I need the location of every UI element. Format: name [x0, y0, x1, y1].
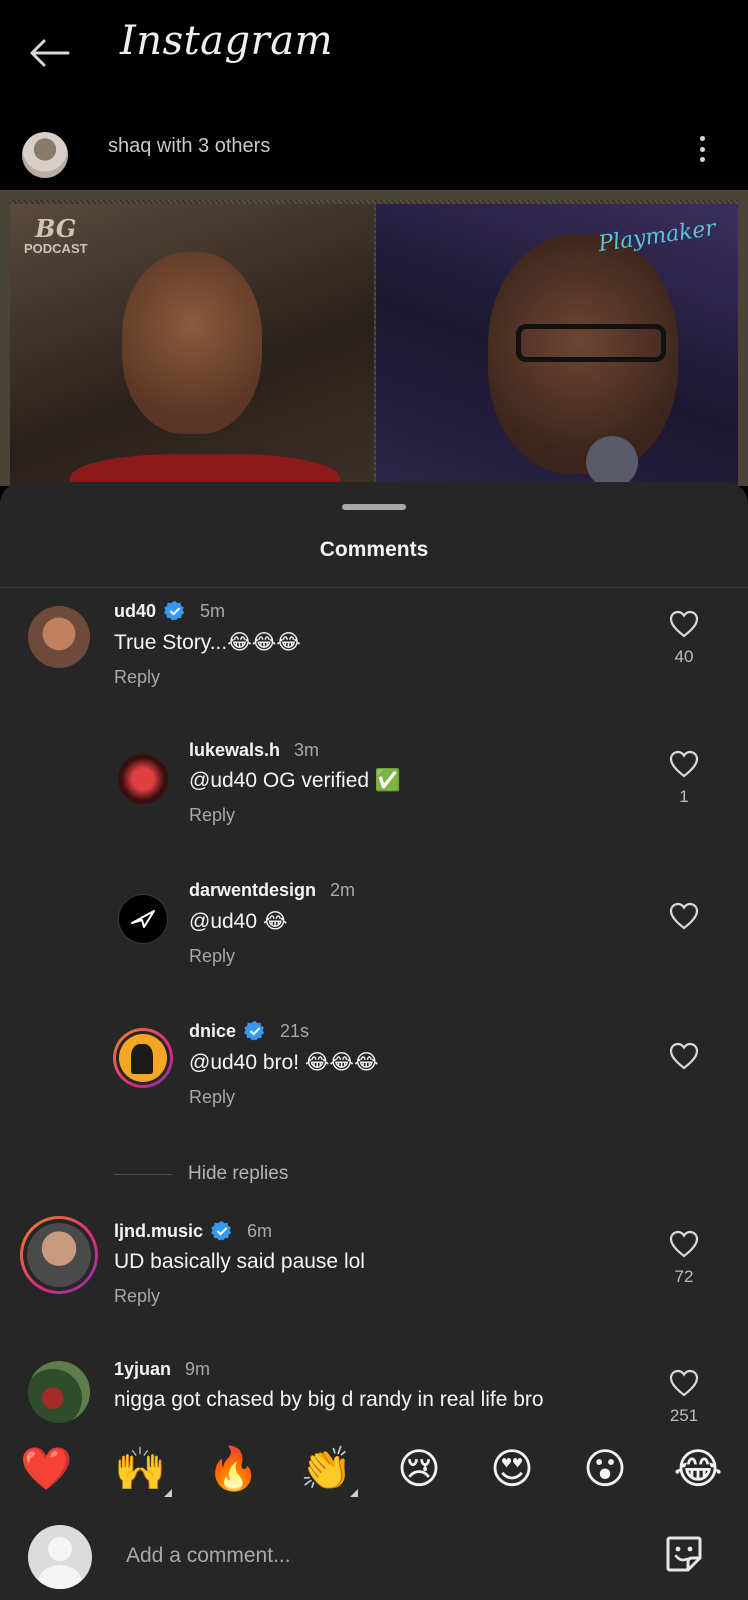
comment-text: True Story...😂😂😂 [114, 631, 301, 654]
like-button[interactable] [664, 1042, 704, 1075]
like-button[interactable]: 251 [664, 1369, 704, 1426]
comment-text: nigga got chased by big d randy in real … [114, 1388, 544, 1411]
image-face-left [122, 252, 262, 434]
comment-time: 21s [280, 1020, 310, 1041]
podcast-logo: BG PODCAST [24, 214, 88, 257]
verified-badge-icon [164, 600, 185, 621]
comment-composer: Add a comment... [0, 1508, 748, 1600]
screen: Instagram shaq with 3 others BG PODCAST … [0, 0, 748, 1600]
comment-time: 6m [247, 1220, 273, 1241]
comment-username[interactable]: ud40 [114, 601, 156, 622]
comment-text: UD basically said pause lol [114, 1250, 365, 1273]
emoji-tears-of-joy[interactable]: 😂 [672, 1443, 724, 1495]
reply-button[interactable]: Reply [189, 1087, 379, 1108]
sticker-icon[interactable] [664, 1534, 704, 1574]
divider [0, 587, 748, 588]
more-options-icon[interactable] [694, 132, 710, 166]
comment-username[interactable]: ljnd.music [114, 1221, 203, 1242]
heart-icon [669, 610, 699, 638]
post-image[interactable]: BG PODCAST Playmaker [0, 190, 748, 486]
post-header: shaq with 3 others [0, 118, 748, 190]
reply-button[interactable]: Reply [114, 1286, 365, 1307]
emoji-surprised-face[interactable]: 😮 [579, 1443, 631, 1495]
hide-replies-button[interactable]: Hide replies [114, 1163, 288, 1185]
reply-button[interactable]: Reply [189, 805, 401, 826]
image-right-panel: Playmaker [376, 204, 738, 486]
heart-icon [669, 1369, 699, 1397]
like-count: 40 [674, 647, 694, 666]
add-comment-input[interactable]: Add a comment... [126, 1544, 291, 1568]
comment-text: @ud40 OG verified ✅ [189, 769, 402, 792]
skin-tone-indicator [164, 1489, 172, 1497]
comment-username[interactable]: lukewals.h [189, 740, 280, 761]
sheet-title: Comments [319, 538, 429, 561]
hide-replies-label: Hide replies [188, 1163, 289, 1184]
instagram-logo: Instagram [120, 18, 334, 64]
comment-text: @ud40 😂 [189, 910, 288, 933]
emoji-raising-hands-glyph: 🙌 [114, 1444, 167, 1493]
comment-time: 2m [330, 880, 356, 900]
avatar [116, 1031, 170, 1085]
back-arrow-icon[interactable] [26, 30, 72, 76]
paper-plane-logo-icon [131, 910, 155, 928]
emoji-red-heart[interactable]: ❤️ [20, 1443, 72, 1495]
like-button[interactable]: 1 [664, 750, 704, 807]
comment-time: 9m [185, 1359, 211, 1379]
quick-reaction-bar: ❤️ 🙌 🔥 👏 😢 😍 😮 😂 [0, 1443, 748, 1503]
comment-username[interactable]: 1yjuan [114, 1359, 171, 1380]
playmaker-logo: Playmaker [596, 215, 718, 258]
like-count: 72 [674, 1267, 694, 1286]
emoji-clapping-hands-glyph: 👏 [300, 1444, 353, 1493]
verified-badge-icon [211, 1220, 232, 1241]
comment-username[interactable]: darwentdesign [189, 880, 316, 901]
like-count: 1 [679, 787, 689, 806]
emoji-clapping-hands[interactable]: 👏 [300, 1443, 358, 1497]
reply-button[interactable]: Reply [189, 946, 355, 967]
image-glasses [516, 324, 666, 362]
emoji-raising-hands[interactable]: 🙌 [114, 1443, 172, 1497]
avatar-image [27, 1223, 91, 1287]
avatar[interactable] [118, 894, 168, 944]
like-button[interactable] [664, 902, 704, 935]
top-bar: Instagram [0, 0, 748, 110]
skin-tone-indicator [350, 1489, 358, 1497]
image-microphone [586, 436, 638, 486]
verified-badge-icon [244, 1020, 265, 1041]
avatar-image [119, 1034, 167, 1082]
heart-icon [669, 902, 699, 930]
avatar[interactable] [28, 1361, 90, 1423]
comment-time: 3m [294, 740, 320, 760]
emoji-crying-face[interactable]: 😢 [393, 1443, 445, 1495]
avatar-story-ring[interactable] [20, 1216, 98, 1294]
avatar-silhouette [131, 1044, 153, 1074]
avatar [23, 1219, 95, 1291]
avatar[interactable] [118, 754, 168, 804]
comment-text: @ud40 bro! 😂😂😂 [189, 1051, 379, 1074]
image-left-panel: BG PODCAST [10, 204, 374, 486]
avatar[interactable] [28, 606, 90, 668]
like-count: 251 [669, 1406, 699, 1425]
post-author-avatar[interactable] [22, 132, 68, 178]
current-user-avatar [28, 1525, 92, 1589]
heart-icon [669, 1230, 699, 1258]
divider [114, 1173, 172, 1175]
emoji-fire[interactable]: 🔥 [207, 1443, 259, 1495]
sheet-drag-handle[interactable] [342, 504, 406, 510]
like-button[interactable]: 72 [664, 1230, 704, 1287]
avatar-story-ring[interactable] [113, 1028, 173, 1088]
post-author-line[interactable]: shaq with 3 others [108, 135, 270, 158]
heart-icon [669, 750, 699, 778]
comment-time: 5m [200, 600, 226, 621]
reply-button[interactable]: Reply [114, 667, 301, 688]
comment-username[interactable]: dnice [189, 1021, 236, 1042]
heart-icon [669, 1042, 699, 1070]
like-button[interactable]: 40 [664, 610, 704, 667]
emoji-heart-eyes[interactable]: 😍 [486, 1443, 538, 1495]
